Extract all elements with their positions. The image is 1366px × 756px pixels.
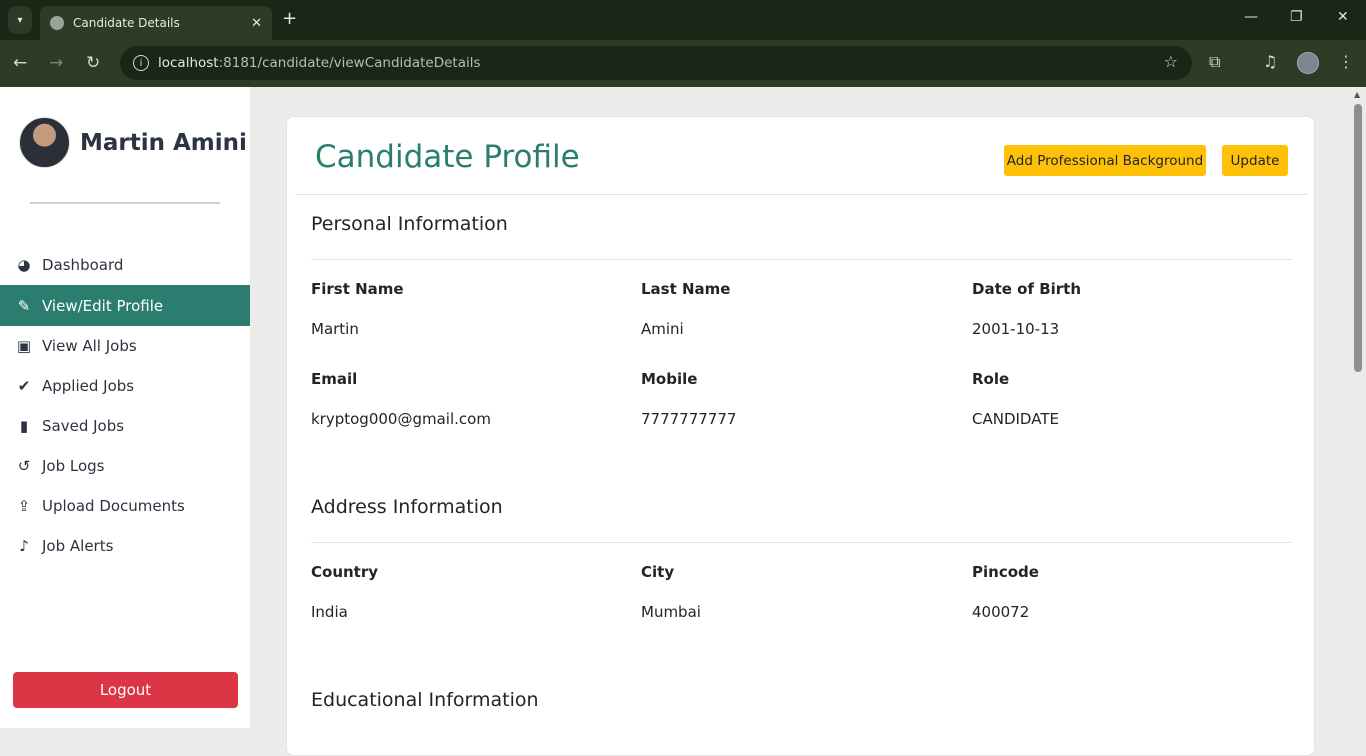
sidebar-item-label: Job Logs xyxy=(42,457,105,475)
site-info-icon[interactable]: i xyxy=(133,55,149,71)
tab-title: Candidate Details xyxy=(73,16,180,30)
last-name-value: Amini xyxy=(641,320,684,338)
role-value: CANDIDATE xyxy=(972,410,1059,428)
section-divider xyxy=(311,259,1292,260)
first-name-value: Martin xyxy=(311,320,359,338)
sidebar-item-view-all-jobs[interactable]: ▣ View All Jobs xyxy=(0,326,250,366)
reload-icon[interactable]: ↻ xyxy=(86,53,100,73)
browser-tab-bar: ▾ Candidate Details ✕ + — ❐ ✕ xyxy=(0,0,1366,40)
scroll-up-arrow-icon[interactable]: ▲ xyxy=(1354,90,1360,99)
forward-icon[interactable]: → xyxy=(49,53,63,73)
address-bar[interactable]: i localhost:8181/candidate/viewCandidate… xyxy=(120,46,1192,80)
role-label: Role xyxy=(972,370,1010,388)
sidebar-item-view-edit-profile[interactable]: ✎ View/Edit Profile xyxy=(0,285,250,326)
last-name-label: Last Name xyxy=(641,280,731,298)
mobile-value: 7777777777 xyxy=(641,410,737,428)
sidebar-item-label: View All Jobs xyxy=(42,337,137,355)
update-button[interactable]: Update xyxy=(1222,145,1288,176)
back-icon[interactable]: ← xyxy=(13,53,27,73)
sidebar-menu: ◕ Dashboard ✎ View/Edit Profile ▣ View A… xyxy=(0,245,250,566)
media-controls-icon[interactable]: ♫ xyxy=(1263,52,1277,71)
dob-value: 2001-10-13 xyxy=(972,320,1060,338)
pincode-label: Pincode xyxy=(972,563,1039,581)
new-tab-button[interactable]: + xyxy=(282,8,297,29)
sidebar-item-label: Job Alerts xyxy=(42,537,114,555)
restore-button[interactable]: ❐ xyxy=(1290,9,1303,25)
check-circle-icon: ✔ xyxy=(17,377,31,395)
file-upload-icon: ⇪ xyxy=(17,497,31,515)
browser-toolbar: ← → ↻ i localhost:8181/candidate/viewCan… xyxy=(0,40,1366,87)
mobile-label: Mobile xyxy=(641,370,698,388)
tab-search-button[interactable]: ▾ xyxy=(8,6,32,34)
country-value: India xyxy=(311,603,348,621)
email-label: Email xyxy=(311,370,358,388)
globe-icon xyxy=(50,16,64,30)
url-host: localhost xyxy=(158,55,219,71)
sidebar-item-job-logs[interactable]: ↺ Job Logs xyxy=(0,446,250,486)
header-divider xyxy=(295,194,1308,195)
sidebar-item-label: Upload Documents xyxy=(42,497,185,515)
page-title: Candidate Profile xyxy=(315,139,580,175)
section-title-address: Address Information xyxy=(311,496,503,518)
dob-label: Date of Birth xyxy=(972,280,1082,298)
email-value: kryptog000@gmail.com xyxy=(311,410,491,428)
section-divider xyxy=(311,542,1292,543)
sidebar-divider xyxy=(30,202,220,204)
gauge-icon: ◕ xyxy=(17,256,31,274)
first-name-label: First Name xyxy=(311,280,404,298)
more-menu-icon[interactable]: ⋮ xyxy=(1338,52,1354,71)
browser-tab[interactable]: Candidate Details ✕ xyxy=(40,6,272,40)
url-path: :8181/candidate/viewCandidateDetails xyxy=(218,55,481,71)
user-edit-icon: ✎ xyxy=(17,296,31,315)
briefcase-icon: ▣ xyxy=(16,337,32,355)
sidebar-item-label: Saved Jobs xyxy=(42,417,125,435)
extensions-icon[interactable]: ⧉ xyxy=(1209,52,1220,72)
sidebar-item-label: Dashboard xyxy=(42,256,124,274)
close-window-button[interactable]: ✕ xyxy=(1337,9,1349,25)
add-professional-background-button[interactable]: Add Professional Background xyxy=(1004,145,1206,176)
section-title-personal: Personal Information xyxy=(311,213,508,235)
logout-button[interactable]: Logout xyxy=(13,672,238,708)
sidebar-item-saved-jobs[interactable]: ▮ Saved Jobs xyxy=(0,406,250,446)
section-title-education: Educational Information xyxy=(311,689,539,711)
user-name: Martin Amini xyxy=(80,129,247,156)
city-value: Mumbai xyxy=(641,603,701,621)
scrollbar-thumb[interactable] xyxy=(1354,104,1362,372)
sidebar-item-upload-documents[interactable]: ⇪ Upload Documents xyxy=(0,486,250,526)
sidebar-item-applied-jobs[interactable]: ✔ Applied Jobs xyxy=(0,366,250,406)
sidebar-item-label: View/Edit Profile xyxy=(42,296,164,315)
browser-profile-avatar[interactable] xyxy=(1297,52,1319,74)
history-icon: ↺ xyxy=(17,457,31,475)
profile-card: Candidate Profile Add Professional Backg… xyxy=(286,116,1315,756)
sidebar-item-label: Applied Jobs xyxy=(42,377,135,395)
sidebar: Martin Amini ◕ Dashboard ✎ View/Edit Pro… xyxy=(0,87,250,728)
country-label: Country xyxy=(311,563,379,581)
sidebar-item-dashboard[interactable]: ◕ Dashboard xyxy=(0,245,250,285)
close-tab-icon[interactable]: ✕ xyxy=(251,16,262,31)
city-label: City xyxy=(641,563,675,581)
url-text: localhost:8181/candidate/viewCandidateDe… xyxy=(158,55,481,71)
bookmark-icon: ▮ xyxy=(19,417,29,435)
bell-icon: ♪ xyxy=(19,537,29,555)
avatar xyxy=(19,117,70,168)
bookmark-star-icon[interactable]: ☆ xyxy=(1164,52,1178,71)
user-header: Martin Amini xyxy=(19,117,247,168)
minimize-button[interactable]: — xyxy=(1244,9,1258,25)
pincode-value: 400072 xyxy=(972,603,1030,621)
sidebar-item-job-alerts[interactable]: ♪ Job Alerts xyxy=(0,526,250,566)
